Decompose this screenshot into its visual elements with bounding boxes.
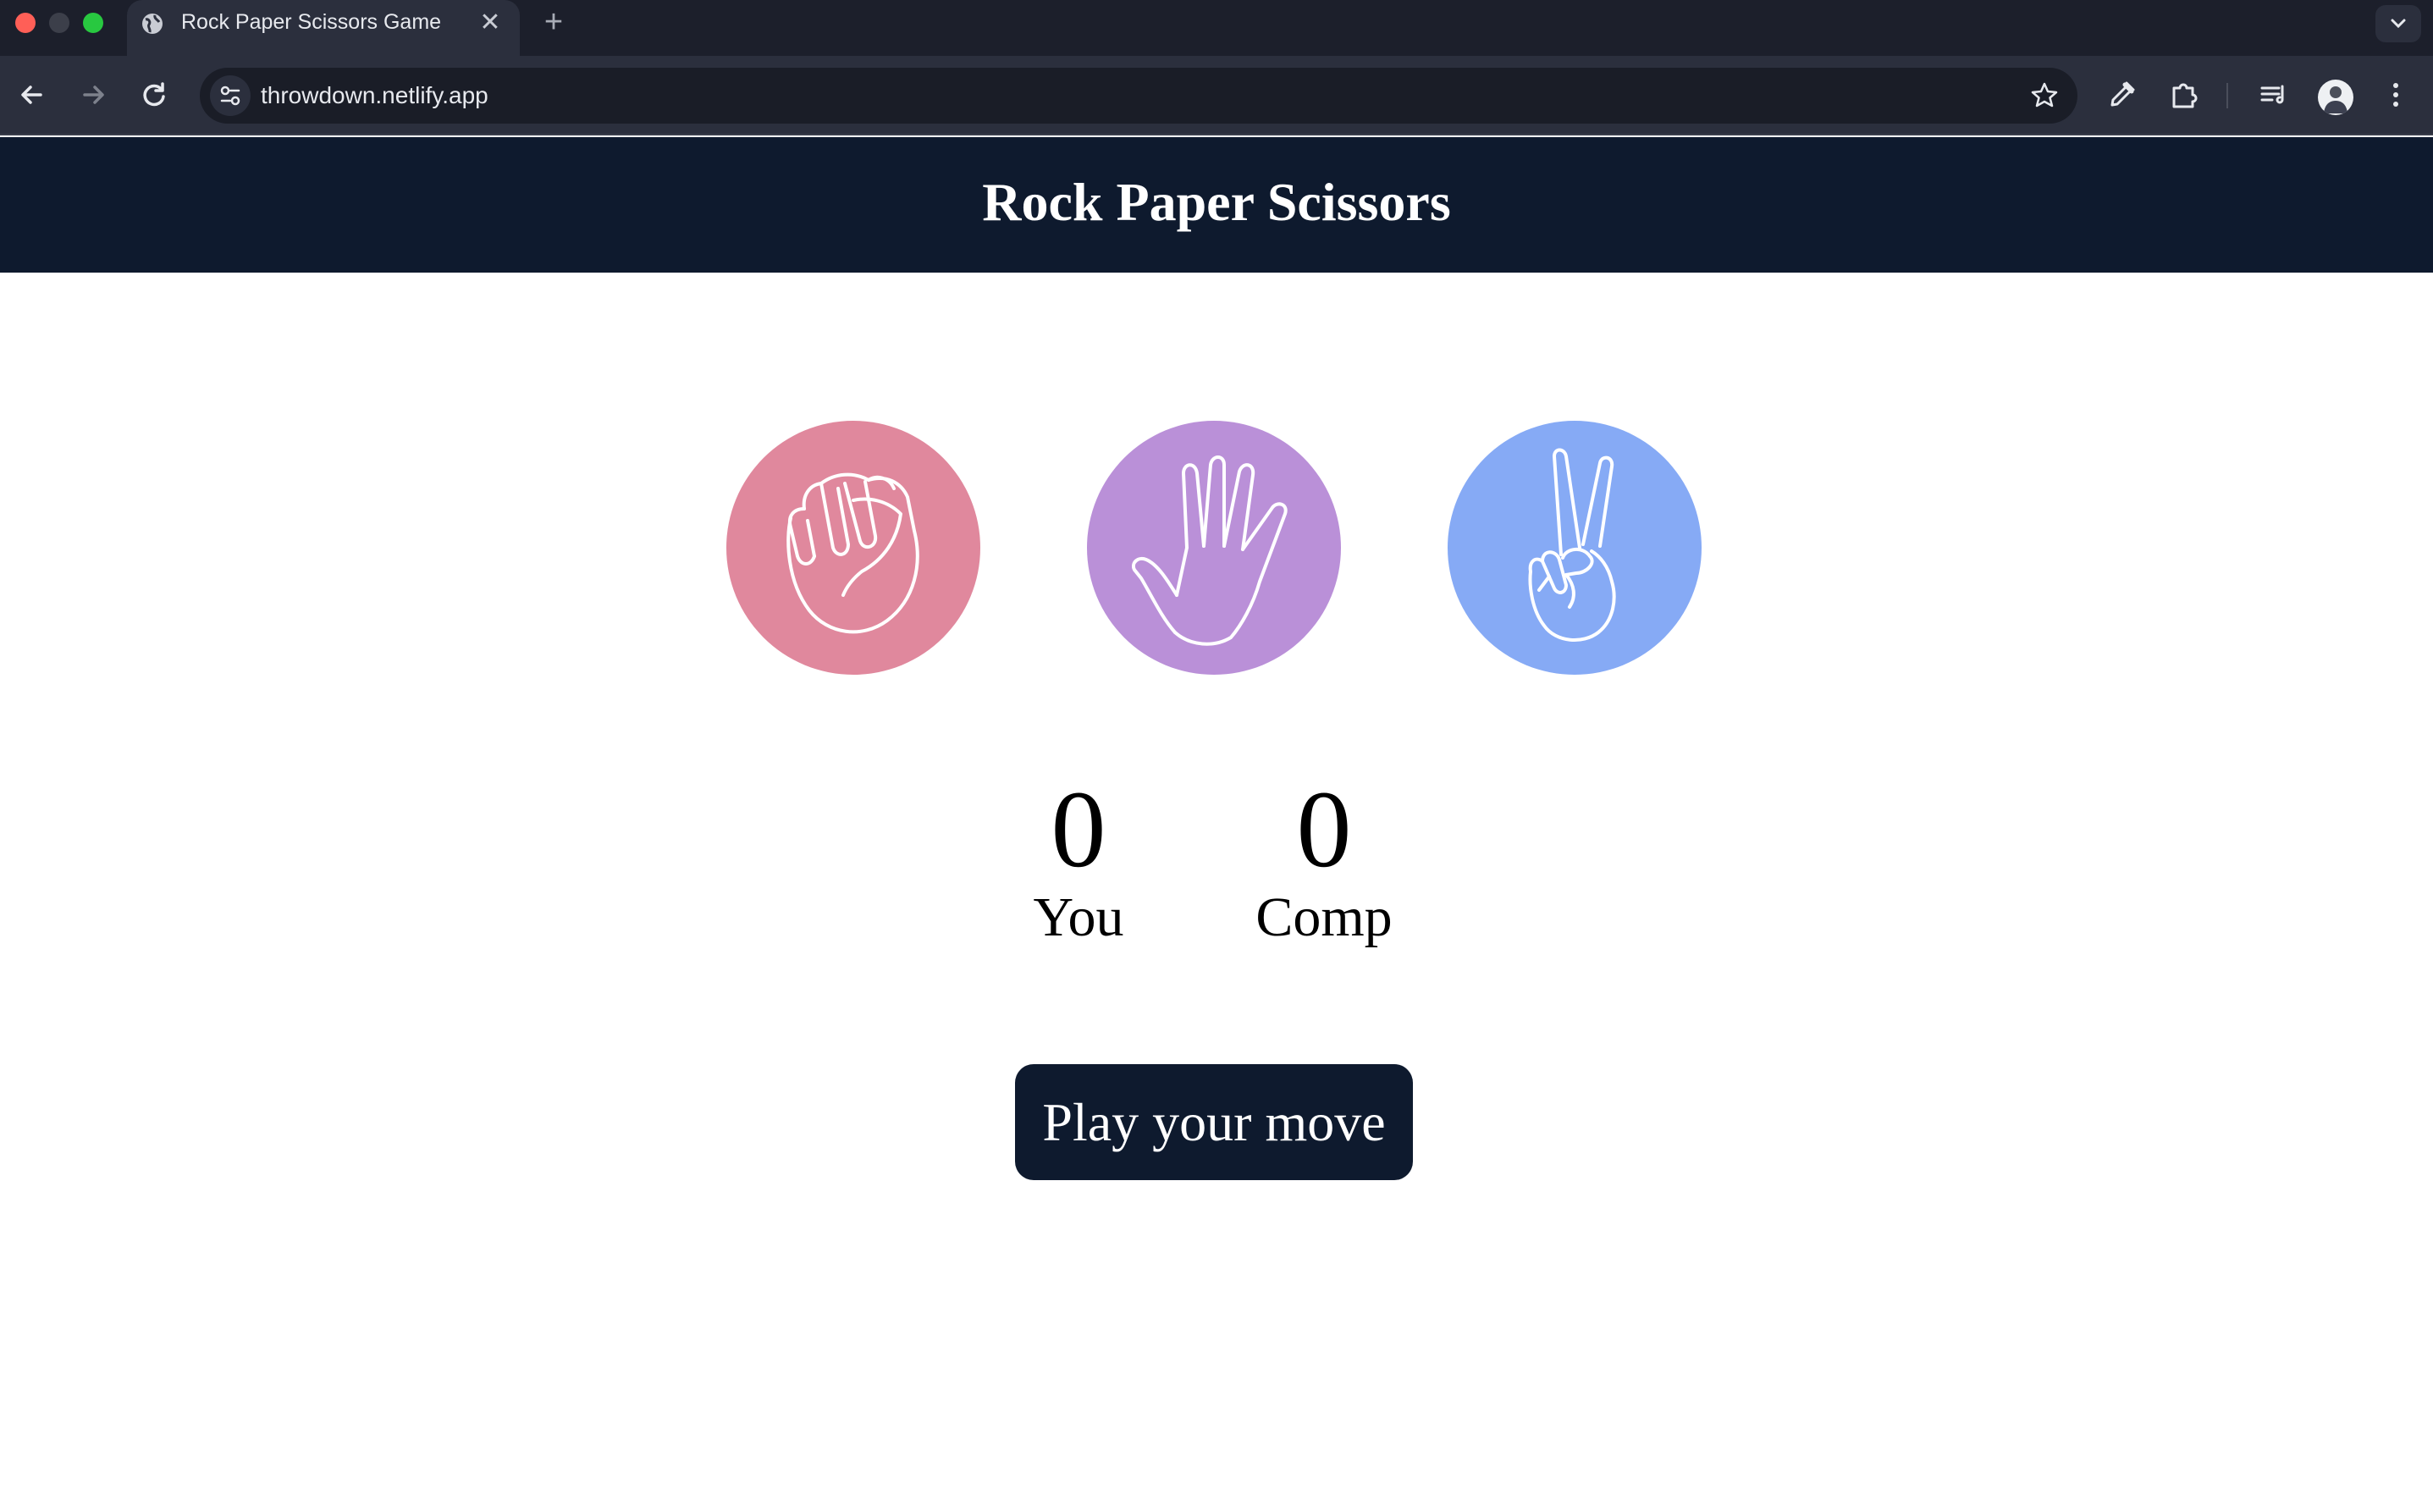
- computer-score-label: Comp: [1255, 886, 1393, 948]
- browser-tab-bar: Rock Paper Scissors Game ✕ +: [0, 0, 2433, 56]
- more-menu-icon[interactable]: [2375, 74, 2416, 115]
- globe-icon: [142, 14, 163, 34]
- fist-icon: [726, 421, 980, 675]
- new-tab-button[interactable]: +: [537, 5, 571, 39]
- tune-icon: [220, 86, 240, 106]
- close-tab-icon[interactable]: ✕: [476, 8, 505, 37]
- rock-choice-button[interactable]: [726, 421, 980, 675]
- computer-score: 0 Comp: [1231, 770, 1417, 952]
- reload-icon[interactable]: [134, 74, 174, 115]
- back-arrow-icon[interactable]: [12, 74, 52, 115]
- maximize-window-button[interactable]: [83, 13, 103, 33]
- tab-title: Rock Paper Scissors Game: [181, 10, 442, 34]
- eyedropper-icon[interactable]: [2101, 74, 2142, 115]
- computer-score-value: 0: [1296, 769, 1352, 891]
- user-score-value: 0: [1051, 769, 1106, 891]
- address-bar[interactable]: throwdown.netlify.app: [200, 68, 2077, 124]
- scissors-choice-button[interactable]: [1448, 421, 1702, 675]
- page-title: Rock Paper Scissors: [982, 172, 1451, 232]
- avatar-icon: [2324, 86, 2347, 113]
- peace-sign-icon: [1448, 421, 1702, 675]
- url-text[interactable]: throwdown.netlify.app: [261, 82, 488, 109]
- reading-list-icon[interactable]: [2254, 74, 2294, 115]
- paper-choice-button[interactable]: [1087, 421, 1341, 675]
- tab-search-button[interactable]: [2375, 5, 2421, 42]
- browser-tab-active[interactable]: Rock Paper Scissors Game ✕: [127, 0, 520, 56]
- extensions-puzzle-icon[interactable]: [2164, 74, 2204, 115]
- forward-arrow-icon[interactable]: [73, 74, 113, 115]
- play-your-move-button[interactable]: Play your move: [1015, 1064, 1413, 1180]
- browser-toolbar: throwdown.netlify.app: [0, 56, 2433, 135]
- toolbar-separator: [2226, 83, 2228, 108]
- user-score: 0 You: [985, 770, 1172, 952]
- close-window-button[interactable]: [15, 13, 36, 33]
- app-header: Rock Paper Scissors: [0, 137, 2433, 273]
- chevron-down-icon: [2391, 19, 2406, 29]
- minimize-window-button[interactable]: [49, 13, 69, 33]
- profile-avatar[interactable]: [2318, 80, 2353, 115]
- user-score-label: You: [1033, 886, 1124, 948]
- open-hand-icon: [1087, 421, 1341, 675]
- site-info-button[interactable]: [210, 75, 251, 116]
- bookmark-star-icon[interactable]: [2028, 80, 2061, 112]
